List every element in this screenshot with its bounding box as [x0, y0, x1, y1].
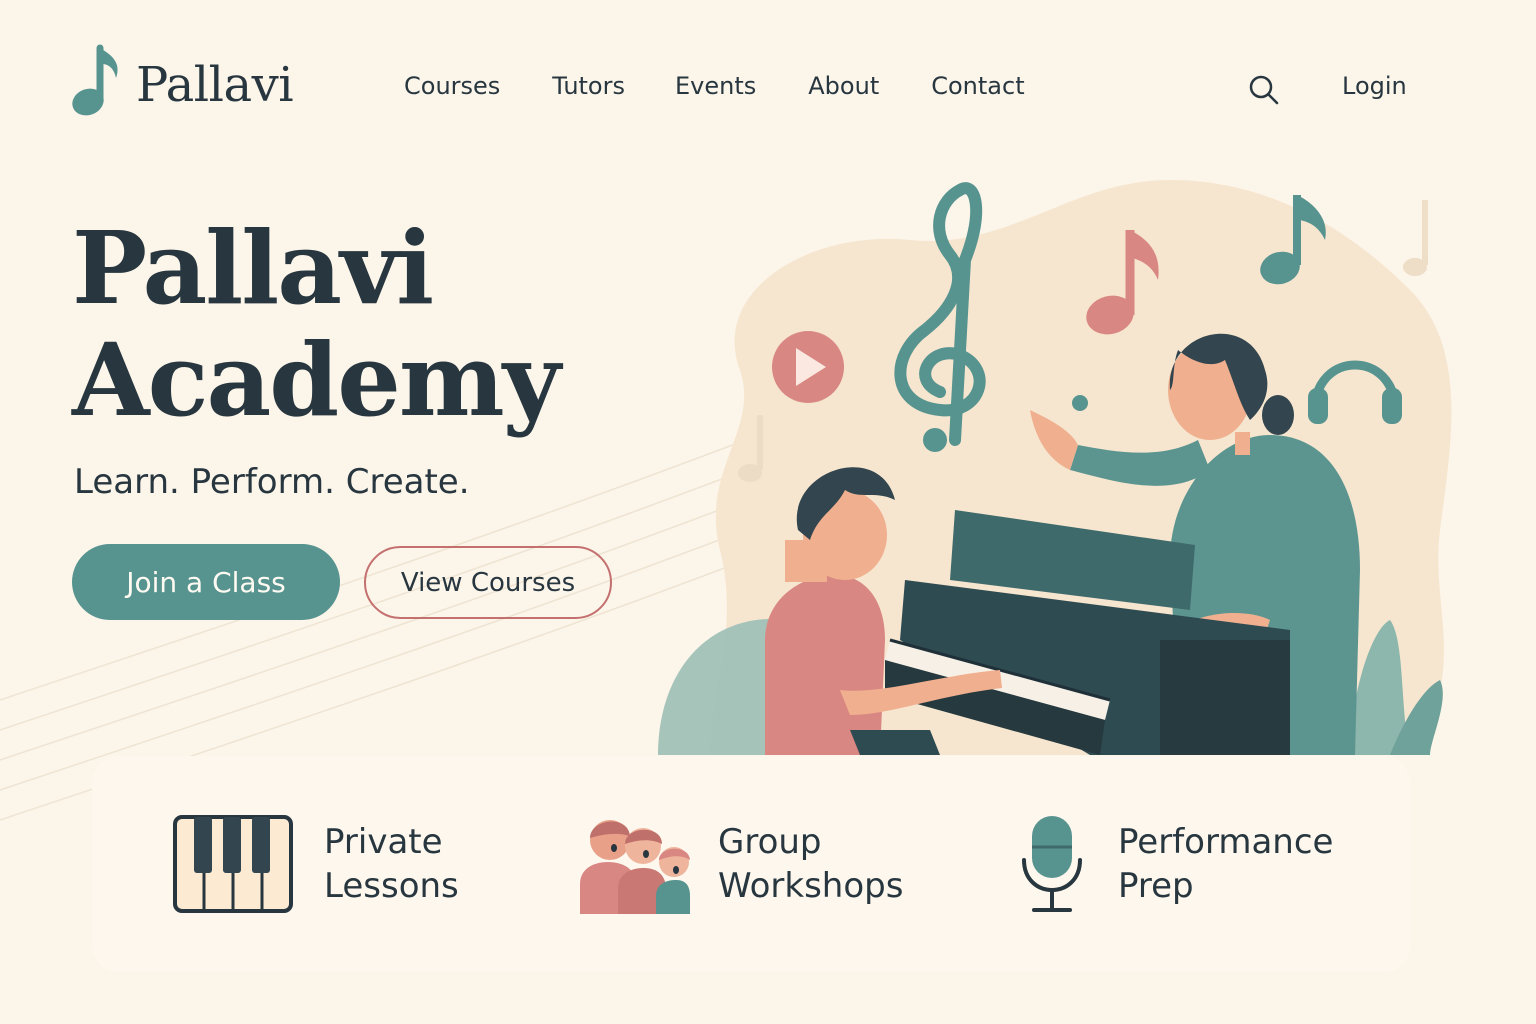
- feature-label-line1: Performance: [1118, 822, 1334, 862]
- feature-label-line2: Workshops: [718, 866, 904, 906]
- hero-title: Pallavi Academy: [72, 212, 632, 436]
- feature-group-workshops[interactable]: Group Workshops: [578, 814, 903, 914]
- feature-label: Group Workshops: [718, 820, 903, 908]
- site-header: Pallavi Courses Tutors Events About Cont…: [0, 0, 1536, 180]
- login-link[interactable]: Login: [1342, 72, 1407, 100]
- brand-name: Pallavi: [136, 57, 294, 113]
- feature-label-line2: Lessons: [324, 866, 459, 906]
- hero-title-line2: Academy: [72, 321, 561, 439]
- hero-tagline: Learn. Perform. Create.: [74, 462, 470, 502]
- nav-tutors[interactable]: Tutors: [552, 72, 625, 100]
- feature-label: Performance Prep: [1118, 820, 1333, 908]
- music-note-icon: [72, 44, 118, 116]
- feature-label-line1: Group: [718, 822, 822, 862]
- join-class-button[interactable]: Join a Class: [72, 544, 340, 620]
- nav-about[interactable]: About: [808, 72, 879, 100]
- nav-contact[interactable]: Contact: [931, 72, 1024, 100]
- features-card: Private Lessons Group Workshops Performa…: [92, 756, 1410, 972]
- feature-label-line1: Private: [324, 822, 443, 862]
- main-nav: Courses Tutors Events About Contact: [404, 72, 1025, 100]
- hero-title-line1: Pallavi: [72, 209, 434, 327]
- feature-performance-prep[interactable]: Performance Prep: [1020, 814, 1333, 914]
- group-singers-icon: [580, 820, 690, 914]
- nav-events[interactable]: Events: [675, 72, 756, 100]
- search-icon[interactable]: [1248, 74, 1280, 106]
- view-courses-button[interactable]: View Courses: [364, 546, 612, 619]
- piano-keys-icon: [173, 815, 293, 913]
- nav-courses[interactable]: Courses: [404, 72, 500, 100]
- play-icon: [772, 331, 844, 403]
- microphone-icon: [1022, 816, 1082, 912]
- feature-label: Private Lessons: [324, 820, 459, 908]
- feature-label-line2: Prep: [1118, 866, 1194, 906]
- hero-illustration: [658, 180, 1452, 755]
- feature-private-lessons[interactable]: Private Lessons: [172, 814, 459, 914]
- logo[interactable]: Pallavi: [70, 44, 294, 118]
